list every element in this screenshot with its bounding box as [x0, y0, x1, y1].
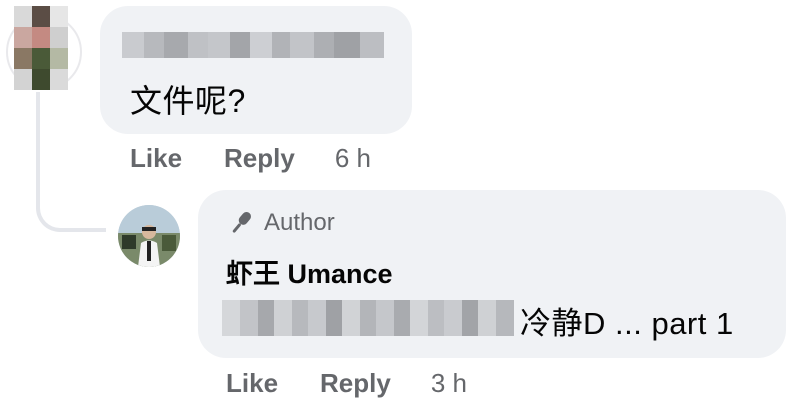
reply-button[interactable]: Reply — [224, 143, 295, 174]
author-name[interactable]: 虾王 Umance — [226, 252, 393, 291]
microphone-icon — [226, 208, 256, 238]
author-badge-label: Author — [264, 209, 335, 236]
comment-actions: Like Reply 6 h — [130, 143, 371, 174]
comment-timestamp[interactable]: 6 h — [335, 143, 371, 174]
blurred-reply-text — [222, 300, 516, 336]
commenter-avatar[interactable] — [14, 6, 68, 90]
author-badge: Author — [226, 208, 335, 238]
author-avatar[interactable] — [118, 205, 180, 267]
blurred-commenter-name[interactable] — [122, 32, 384, 58]
thread-connector-line — [36, 92, 106, 232]
reply-timestamp[interactable]: 3 h — [431, 368, 467, 399]
like-button[interactable]: Like — [130, 143, 182, 174]
comment-bubble: 文件呢? — [100, 6, 412, 134]
comment-text: 文件呢? — [130, 83, 246, 119]
like-button[interactable]: Like — [226, 368, 278, 399]
reply-button[interactable]: Reply — [320, 368, 391, 399]
reply-text: 冷静D ... part 1 — [520, 306, 734, 341]
reply-actions: Like Reply 3 h — [226, 368, 467, 399]
